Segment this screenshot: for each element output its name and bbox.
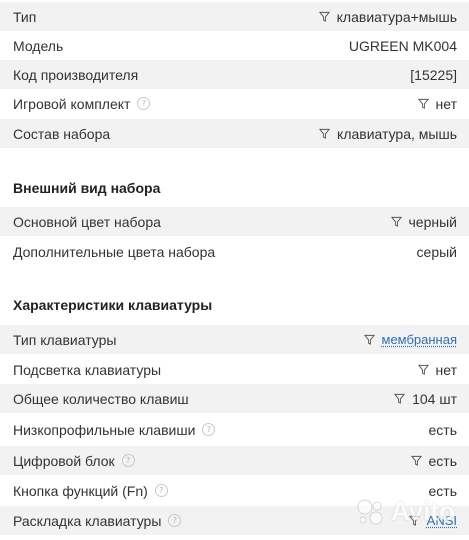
spec-value[interactable]: клавиатура, мышь: [319, 126, 457, 142]
spec-row-type: Тип клавиатура+мышь: [0, 2, 469, 31]
spec-row-low-profile: Низкопрофильные клавиши ? есть: [0, 415, 469, 444]
spec-value-text: 104 шт: [412, 390, 457, 407]
spec-label: Раскладка клавиатуры ?: [13, 513, 409, 529]
spec-label: Тип: [13, 8, 37, 25]
spec-row-fn-key: Кнопка функций (Fn) ? есть: [0, 476, 469, 505]
spec-value[interactable]: нет: [417, 361, 457, 378]
spec-label-text: Игровой комплект: [13, 95, 131, 112]
spec-value-link[interactable]: ANSI: [427, 513, 457, 528]
help-icon[interactable]: ?: [154, 484, 168, 497]
spec-label: Код производителя: [13, 66, 139, 83]
spec-row-keyboard-type: Тип клавиатуры мембранная: [0, 325, 469, 354]
spec-label-text: Низкопрофильные клавиши: [13, 421, 196, 438]
spec-label-text: Кнопка функций (Fn): [13, 482, 148, 499]
spec-row-extra-colors: Дополнительные цвета набора серый: [0, 237, 469, 266]
spec-value-text: клавиатура, мышь: [337, 125, 457, 142]
spec-label: Состав набора: [13, 125, 111, 142]
spec-label: Подсветка клавиатуры: [13, 361, 162, 378]
spec-value-text: есть: [428, 421, 458, 438]
spec-value-text: клавиатура+мышь: [336, 8, 457, 25]
section-title-appearance: Внешний вид набора: [13, 180, 161, 196]
funnel-icon[interactable]: [318, 11, 330, 22]
spec-label: Модель: [13, 37, 64, 54]
spec-value-link[interactable]: мембранная: [382, 332, 458, 347]
spec-value-text: серый: [416, 243, 457, 260]
funnel-icon[interactable]: [410, 455, 422, 466]
spec-row-manufacturer-code: Код производителя [15225]: [0, 60, 469, 89]
spec-value[interactable]: нет: [417, 95, 457, 112]
spec-value: UGREEN MK004: [349, 38, 457, 54]
spec-label: Низкопрофильные клавиши ?: [13, 422, 429, 438]
funnel-icon[interactable]: [390, 216, 402, 227]
help-icon[interactable]: ?: [168, 514, 182, 527]
funnel-icon[interactable]: [408, 515, 420, 526]
help-icon[interactable]: ?: [137, 97, 151, 110]
spec-label: Общее количество клавиш: [13, 390, 189, 407]
spec-row-key-count: Общее количество клавиш 104 шт: [0, 384, 469, 413]
funnel-icon[interactable]: [417, 364, 429, 375]
spec-value-text: нет: [435, 95, 457, 112]
spec-value: [15225]: [410, 67, 457, 83]
spec-value-text: есть: [428, 482, 458, 499]
help-icon[interactable]: ?: [121, 454, 135, 467]
spec-value: есть: [429, 422, 458, 438]
spec-value-text: черный: [408, 213, 457, 230]
spec-value[interactable]: черный: [390, 213, 457, 230]
spec-label: Кнопка функций (Fn) ?: [13, 483, 429, 499]
spec-label: Дополнительные цвета набора: [13, 243, 216, 260]
spec-row-kit-contents: Состав набора клавиатура, мышь: [0, 119, 469, 148]
spec-value[interactable]: 104 шт: [394, 391, 457, 407]
funnel-icon[interactable]: [319, 128, 331, 139]
spec-label: Тип клавиатуры: [13, 331, 117, 348]
funnel-icon[interactable]: [394, 393, 406, 404]
spec-label: Игровой комплект ?: [13, 96, 418, 112]
spec-row-model: Модель UGREEN MK004: [0, 31, 469, 60]
section-title-keyboard: Характеристики клавиатуры: [13, 297, 213, 313]
spec-value[interactable]: есть: [410, 452, 458, 469]
spec-row-main-color: Основной цвет набора черный: [0, 207, 469, 236]
spec-row-gaming-kit: Игровой комплект ? нет: [0, 89, 469, 118]
help-icon[interactable]: ?: [202, 423, 216, 436]
spec-value[interactable]: мембранная: [363, 332, 458, 347]
spec-value-text: UGREEN MK004: [348, 37, 457, 54]
spec-label: Основной цвет набора: [13, 213, 161, 230]
spec-value[interactable]: ANSI: [408, 513, 457, 528]
funnel-icon[interactable]: [363, 334, 375, 345]
spec-row-numpad: Цифровой блок ? есть: [0, 446, 469, 475]
spec-row-backlight: Подсветка клавиатуры нет: [0, 355, 469, 384]
spec-value-text: есть: [428, 452, 458, 469]
spec-value: есть: [429, 483, 458, 499]
funnel-icon[interactable]: [417, 98, 429, 109]
spec-value: серый: [417, 244, 457, 260]
spec-value[interactable]: клавиатура+мышь: [318, 8, 457, 25]
spec-value-text: [15225]: [410, 66, 457, 83]
spec-row-layout: Раскладка клавиатуры ? ANSI: [0, 506, 469, 535]
spec-label-text: Раскладка клавиатуры: [13, 512, 162, 529]
spec-label-text: Цифровой блок: [13, 452, 115, 469]
spec-value-text: нет: [435, 361, 457, 378]
spec-label: Цифровой блок ?: [13, 453, 411, 469]
